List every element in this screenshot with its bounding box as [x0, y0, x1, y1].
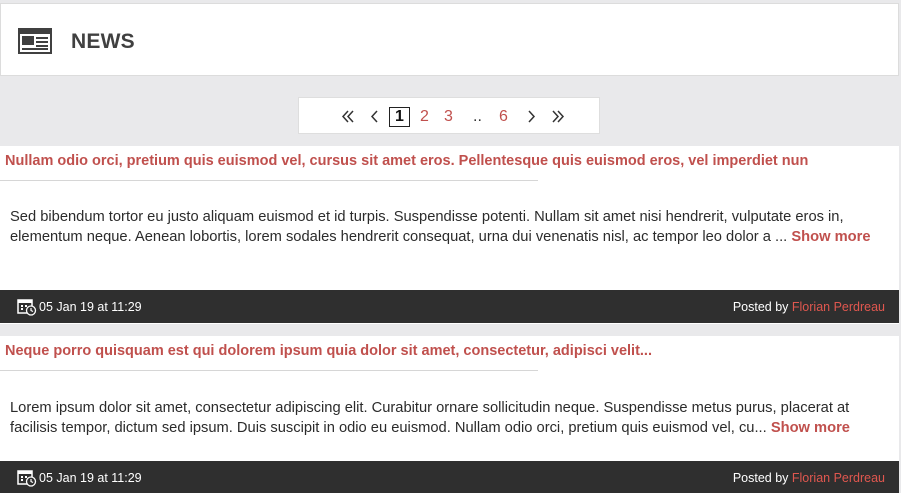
page-1-link[interactable]: 1 [389, 107, 410, 127]
page-2-link[interactable]: 2 [420, 106, 429, 127]
posted-by-label: Posted by [732, 471, 792, 485]
calendar-clock-icon [17, 470, 37, 487]
newspaper-icon [18, 28, 52, 54]
page-3-link[interactable]: 3 [444, 106, 453, 127]
article-excerpt-text: Lorem ipsum dolor sit amet, consectetur … [10, 400, 850, 436]
article-date: 05 Jan 19 at 11:29 [39, 300, 142, 314]
show-more-link[interactable]: Show more [771, 420, 850, 436]
chevron-right-icon[interactable] [527, 110, 536, 123]
posted-by: Posted by Florian Perdreau [733, 300, 885, 314]
calendar-clock-icon [17, 299, 37, 316]
posted-by: Posted by Florian Perdreau [733, 471, 885, 485]
article-footer: 05 Jan 19 at 11:29 Posted by Florian Per… [0, 461, 899, 493]
author-link[interactable]: Florian Perdreau [792, 471, 885, 485]
pagination-ellipsis: .. [473, 108, 482, 125]
news-article: Neque porro quisquam est qui dolorem ips… [0, 336, 899, 493]
page-6-link[interactable]: 6 [499, 106, 508, 127]
article-title[interactable]: Neque porro quisquam est qui dolorem ips… [5, 343, 652, 359]
title-divider [0, 180, 538, 181]
article-date: 05 Jan 19 at 11:29 [39, 471, 142, 485]
title-divider [0, 370, 538, 371]
chevron-left-icon[interactable] [370, 110, 379, 123]
page-header: NEWS [0, 3, 899, 76]
news-article: Nullam odio orci, pretium quis euismod v… [0, 146, 899, 324]
author-link[interactable]: Florian Perdreau [792, 300, 885, 314]
double-chevron-right-icon[interactable] [551, 110, 565, 123]
posted-by-label: Posted by [732, 300, 792, 314]
show-more-link[interactable]: Show more [791, 229, 870, 245]
page-title: NEWS [71, 30, 135, 53]
double-chevron-left-icon[interactable] [341, 110, 355, 123]
pagination: 1 2 3 .. 6 [298, 97, 600, 134]
article-footer: 05 Jan 19 at 11:29 Posted by Florian Per… [0, 290, 899, 323]
article-excerpt-text: Sed bibendum tortor eu justo aliquam eui… [10, 209, 844, 245]
article-excerpt: Sed bibendum tortor eu justo aliquam eui… [10, 208, 890, 247]
article-title[interactable]: Nullam odio orci, pretium quis euismod v… [5, 153, 808, 169]
article-excerpt: Lorem ipsum dolor sit amet, consectetur … [10, 399, 890, 438]
